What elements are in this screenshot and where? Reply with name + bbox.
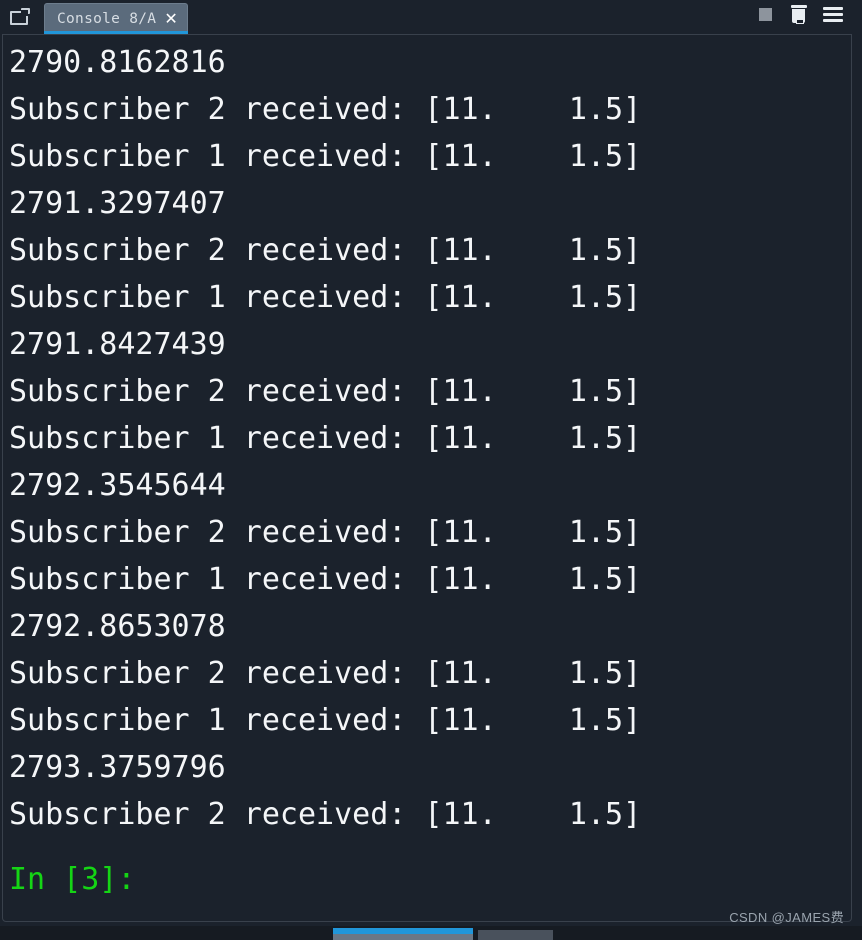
console-line: Subscriber 1 received: [11. 1.5]: [9, 562, 642, 597]
console-line: Subscriber 2 received: [11. 1.5]: [9, 92, 642, 127]
console-line: Subscriber 1 received: [11. 1.5]: [9, 421, 642, 456]
hamburger-line-2: [823, 12, 843, 16]
trash-icon-handle: [796, 18, 804, 24]
console-line: Subscriber 1 received: [11. 1.5]: [9, 280, 642, 315]
taskbar-active-accent: [333, 928, 473, 934]
options-menu-button[interactable]: [816, 3, 850, 25]
trash-icon: [790, 4, 808, 24]
taskbar: [0, 926, 862, 940]
console-line: 2792.3545644: [9, 468, 226, 503]
stop-square-icon: [758, 7, 772, 21]
console-output-area[interactable]: 2790.8162816 Subscriber 2 received: [11. …: [2, 34, 852, 922]
console-line: Subscriber 2 received: [11. 1.5]: [9, 374, 642, 409]
console-line: Subscriber 1 received: [11. 1.5]: [9, 139, 642, 174]
console-line: Subscriber 2 received: [11. 1.5]: [9, 233, 642, 268]
hamburger-line-3: [823, 18, 843, 22]
tab-bar: Console 8/A ✕: [0, 0, 862, 35]
console-line: 2792.8653078: [9, 609, 226, 644]
input-prompt[interactable]: In [3]:: [3, 856, 851, 903]
watermark: CSDN @JAMES费: [729, 910, 844, 925]
clear-console-button[interactable]: [782, 3, 816, 25]
trash-icon-lid: [791, 4, 807, 8]
hamburger-line-1: [823, 6, 843, 10]
tab-label: Console 8/A: [57, 11, 157, 27]
taskbar-item-active[interactable]: [333, 928, 473, 940]
console-line: Subscriber 1 received: [11. 1.5]: [9, 703, 642, 738]
taskbar-item-inactive[interactable]: [478, 930, 553, 940]
console-line: 2791.8427439: [9, 327, 226, 362]
console-output-lines: 2790.8162816 Subscriber 2 received: [11. …: [3, 35, 851, 838]
console-line: Subscriber 2 received: [11. 1.5]: [9, 797, 642, 832]
console-line: 2790.8162816: [9, 45, 226, 80]
panel-icon-flap-inner: [21, 10, 28, 16]
console-window: Console 8/A ✕ 2790.8162816 Subscriber 2 …: [0, 0, 862, 940]
console-line: 2793.3759796: [9, 750, 226, 785]
hamburger-menu-icon: [823, 6, 843, 22]
stop-button[interactable]: [748, 3, 782, 25]
console-line: Subscriber 2 received: [11. 1.5]: [9, 515, 642, 550]
toolbar-icons: [748, 3, 850, 25]
console-line: Subscriber 2 received: [11. 1.5]: [9, 656, 642, 691]
console-line: 2791.3297407: [9, 186, 226, 221]
tab-console-8a[interactable]: Console 8/A ✕: [44, 3, 188, 35]
panel-window-icon[interactable]: [10, 8, 30, 25]
close-icon[interactable]: ✕: [164, 11, 177, 27]
